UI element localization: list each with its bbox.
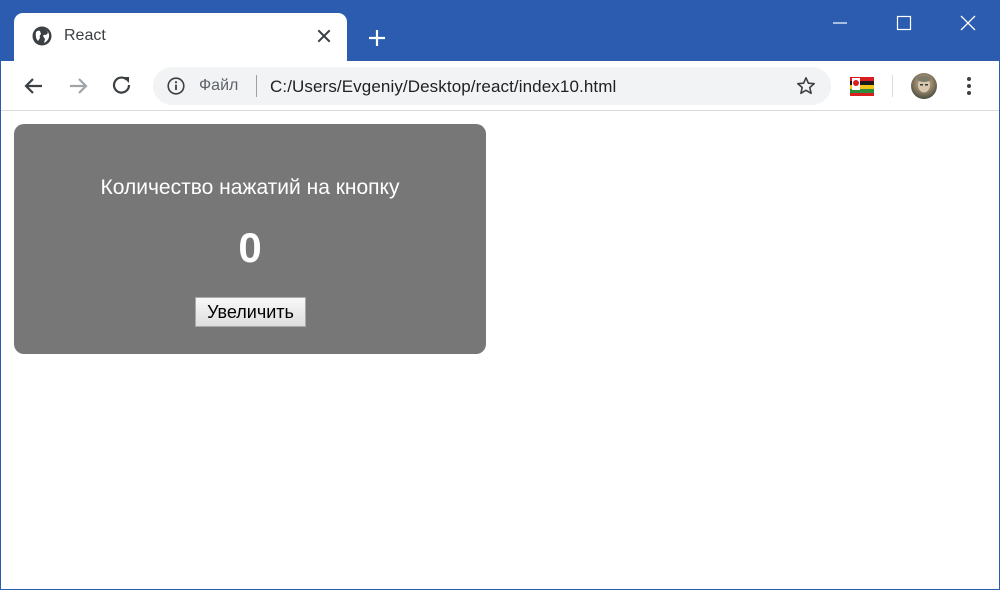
close-icon[interactable]	[316, 28, 332, 44]
tab-title: React	[64, 27, 106, 44]
address-bar[interactable]: Файл C:/Users/Evgeniy/Desktop/react/inde…	[153, 67, 831, 105]
tab-react[interactable]: React	[14, 13, 347, 61]
extension-icon[interactable]	[850, 75, 874, 97]
counter-value: 0	[238, 224, 262, 271]
omnibox-divider	[256, 75, 257, 97]
increment-button[interactable]: Увеличить	[195, 297, 306, 327]
close-icon	[960, 15, 976, 31]
maximize-icon	[896, 15, 912, 31]
title-bar: React	[1, 1, 999, 61]
maximize-button[interactable]	[873, 1, 935, 45]
more-vert-icon[interactable]	[959, 74, 979, 98]
reload-icon[interactable]	[109, 73, 135, 99]
back-arrow-icon[interactable]	[21, 73, 47, 99]
new-tab-plus-icon[interactable]	[364, 25, 390, 51]
bookmark-star-icon[interactable]	[796, 76, 816, 96]
window-close-button[interactable]	[937, 1, 999, 45]
info-icon[interactable]	[167, 77, 185, 95]
avatar-face-icon	[917, 76, 931, 93]
counter-heading: Количество нажатий на кнопку	[100, 176, 400, 199]
forward-arrow-icon[interactable]	[65, 73, 91, 99]
toolbar-separator	[892, 75, 893, 97]
browser-toolbar: Файл C:/Users/Evgeniy/Desktop/react/inde…	[1, 61, 999, 111]
minimize-button[interactable]	[809, 1, 871, 45]
page-viewport: Количество нажатий на кнопку 0 Увеличить	[2, 112, 999, 589]
url-text[interactable]: C:/Users/Evgeniy/Desktop/react/index10.h…	[270, 77, 616, 97]
globe-icon	[32, 26, 52, 46]
scheme-label: Файл	[199, 77, 239, 94]
profile-avatar[interactable]	[911, 73, 937, 99]
browser-window: React Файл C:/Users/Evgeniy/Desktop/reac…	[0, 0, 1000, 590]
minimize-icon	[833, 22, 847, 24]
counter-card: Количество нажатий на кнопку 0 Увеличить	[14, 124, 486, 354]
